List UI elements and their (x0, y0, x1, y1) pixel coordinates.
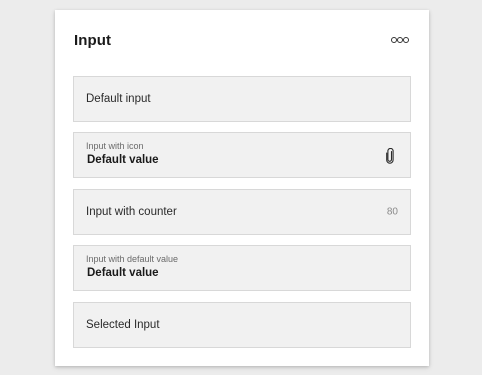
input-with-icon[interactable]: Input with icon Default value (73, 132, 411, 178)
input-with-counter-placeholder: Input with counter (86, 206, 177, 218)
input-with-default-value[interactable]: Input with default value Default value (73, 245, 411, 291)
default-input[interactable]: Default input (73, 76, 411, 122)
card-title: Input (74, 32, 112, 49)
input-with-icon-value: Default value (87, 154, 159, 166)
input-with-icon-label: Input with icon (86, 141, 144, 151)
paperclip-icon[interactable] (385, 148, 395, 164)
input-with-default-value-value: Default value (87, 267, 159, 279)
more-options-button[interactable] (391, 36, 409, 44)
input-card: Input Default input Input with icon Defa… (55, 10, 429, 366)
input-with-counter[interactable]: Input with counter 80 (73, 189, 411, 235)
input-with-default-value-label: Input with default value (86, 254, 179, 264)
character-counter: 80 (386, 206, 398, 218)
selected-input-placeholder: Selected Input (86, 319, 160, 331)
more-dot-icon (403, 37, 409, 43)
selected-input[interactable]: Selected Input (73, 302, 411, 348)
default-input-placeholder: Default input (86, 93, 151, 105)
